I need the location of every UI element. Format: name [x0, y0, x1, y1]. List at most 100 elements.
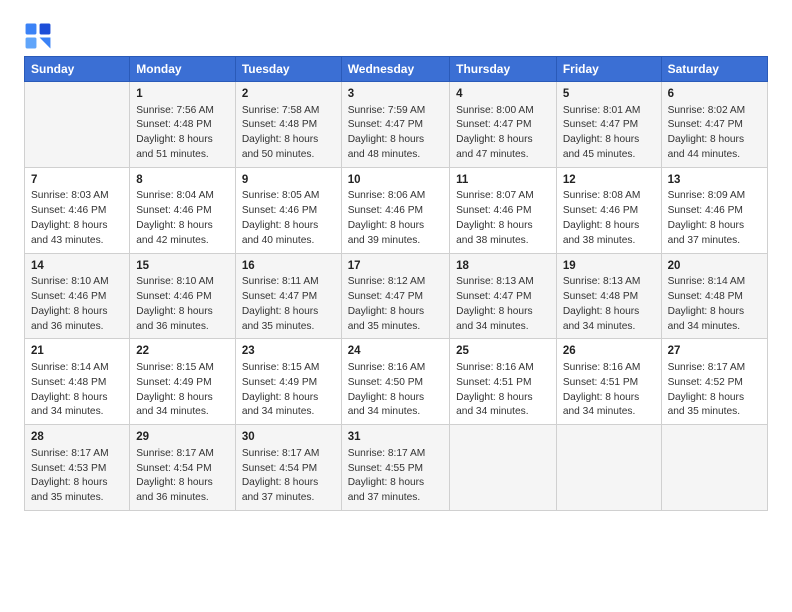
calendar-cell — [661, 425, 767, 511]
calendar-cell: 27Sunrise: 8:17 AM Sunset: 4:52 PM Dayli… — [661, 339, 767, 425]
calendar-table: SundayMondayTuesdayWednesdayThursdayFrid… — [24, 56, 768, 511]
calendar-cell: 16Sunrise: 8:11 AM Sunset: 4:47 PM Dayli… — [235, 253, 341, 339]
day-number: 21 — [31, 343, 123, 360]
week-row-2: 14Sunrise: 8:10 AM Sunset: 4:46 PM Dayli… — [25, 253, 768, 339]
day-info: Sunrise: 8:12 AM Sunset: 4:47 PM Dayligh… — [348, 275, 443, 334]
calendar-cell: 6Sunrise: 8:02 AM Sunset: 4:47 PM Daylig… — [661, 82, 767, 168]
calendar-cell: 17Sunrise: 8:12 AM Sunset: 4:47 PM Dayli… — [341, 253, 449, 339]
col-header-friday: Friday — [556, 57, 661, 82]
day-number: 5 — [563, 86, 655, 103]
calendar-cell: 1Sunrise: 7:56 AM Sunset: 4:48 PM Daylig… — [130, 82, 236, 168]
day-info: Sunrise: 8:00 AM Sunset: 4:47 PM Dayligh… — [456, 104, 550, 163]
calendar-cell: 31Sunrise: 8:17 AM Sunset: 4:55 PM Dayli… — [341, 425, 449, 511]
week-row-1: 7Sunrise: 8:03 AM Sunset: 4:46 PM Daylig… — [25, 167, 768, 253]
day-number: 18 — [456, 258, 550, 275]
calendar-cell: 7Sunrise: 8:03 AM Sunset: 4:46 PM Daylig… — [25, 167, 130, 253]
logo-icon — [24, 22, 52, 50]
calendar-cell: 18Sunrise: 8:13 AM Sunset: 4:47 PM Dayli… — [450, 253, 557, 339]
day-number: 28 — [31, 429, 123, 446]
day-info: Sunrise: 8:10 AM Sunset: 4:46 PM Dayligh… — [136, 275, 229, 334]
day-info: Sunrise: 8:17 AM Sunset: 4:53 PM Dayligh… — [31, 447, 123, 506]
day-number: 13 — [668, 172, 761, 189]
day-number: 9 — [242, 172, 335, 189]
week-row-0: 1Sunrise: 7:56 AM Sunset: 4:48 PM Daylig… — [25, 82, 768, 168]
day-number: 26 — [563, 343, 655, 360]
day-info: Sunrise: 8:02 AM Sunset: 4:47 PM Dayligh… — [668, 104, 761, 163]
calendar-cell: 20Sunrise: 8:14 AM Sunset: 4:48 PM Dayli… — [661, 253, 767, 339]
day-number: 15 — [136, 258, 229, 275]
day-number: 2 — [242, 86, 335, 103]
calendar-cell: 25Sunrise: 8:16 AM Sunset: 4:51 PM Dayli… — [450, 339, 557, 425]
calendar-cell: 15Sunrise: 8:10 AM Sunset: 4:46 PM Dayli… — [130, 253, 236, 339]
calendar-cell: 29Sunrise: 8:17 AM Sunset: 4:54 PM Dayli… — [130, 425, 236, 511]
day-info: Sunrise: 8:04 AM Sunset: 4:46 PM Dayligh… — [136, 189, 229, 248]
day-number: 22 — [136, 343, 229, 360]
calendar-cell — [25, 82, 130, 168]
calendar-cell: 10Sunrise: 8:06 AM Sunset: 4:46 PM Dayli… — [341, 167, 449, 253]
day-number: 8 — [136, 172, 229, 189]
day-number: 7 — [31, 172, 123, 189]
week-row-3: 21Sunrise: 8:14 AM Sunset: 4:48 PM Dayli… — [25, 339, 768, 425]
day-info: Sunrise: 8:13 AM Sunset: 4:47 PM Dayligh… — [456, 275, 550, 334]
calendar-cell: 19Sunrise: 8:13 AM Sunset: 4:48 PM Dayli… — [556, 253, 661, 339]
day-number: 10 — [348, 172, 443, 189]
calendar-cell: 23Sunrise: 8:15 AM Sunset: 4:49 PM Dayli… — [235, 339, 341, 425]
calendar-cell: 2Sunrise: 7:58 AM Sunset: 4:48 PM Daylig… — [235, 82, 341, 168]
calendar-cell: 28Sunrise: 8:17 AM Sunset: 4:53 PM Dayli… — [25, 425, 130, 511]
calendar-cell — [556, 425, 661, 511]
calendar-cell: 4Sunrise: 8:00 AM Sunset: 4:47 PM Daylig… — [450, 82, 557, 168]
col-header-monday: Monday — [130, 57, 236, 82]
day-info: Sunrise: 8:01 AM Sunset: 4:47 PM Dayligh… — [563, 104, 655, 163]
calendar-cell: 3Sunrise: 7:59 AM Sunset: 4:47 PM Daylig… — [341, 82, 449, 168]
calendar-cell: 22Sunrise: 8:15 AM Sunset: 4:49 PM Dayli… — [130, 339, 236, 425]
day-number: 23 — [242, 343, 335, 360]
calendar-cell: 5Sunrise: 8:01 AM Sunset: 4:47 PM Daylig… — [556, 82, 661, 168]
calendar-cell: 9Sunrise: 8:05 AM Sunset: 4:46 PM Daylig… — [235, 167, 341, 253]
col-header-tuesday: Tuesday — [235, 57, 341, 82]
day-info: Sunrise: 8:14 AM Sunset: 4:48 PM Dayligh… — [31, 361, 123, 420]
day-info: Sunrise: 8:17 AM Sunset: 4:55 PM Dayligh… — [348, 447, 443, 506]
calendar-cell: 21Sunrise: 8:14 AM Sunset: 4:48 PM Dayli… — [25, 339, 130, 425]
day-number: 31 — [348, 429, 443, 446]
page-container: SundayMondayTuesdayWednesdayThursdayFrid… — [0, 0, 792, 521]
header — [24, 18, 768, 50]
day-number: 20 — [668, 258, 761, 275]
week-row-4: 28Sunrise: 8:17 AM Sunset: 4:53 PM Dayli… — [25, 425, 768, 511]
day-info: Sunrise: 8:16 AM Sunset: 4:51 PM Dayligh… — [456, 361, 550, 420]
calendar-cell: 24Sunrise: 8:16 AM Sunset: 4:50 PM Dayli… — [341, 339, 449, 425]
day-info: Sunrise: 8:07 AM Sunset: 4:46 PM Dayligh… — [456, 189, 550, 248]
day-info: Sunrise: 8:10 AM Sunset: 4:46 PM Dayligh… — [31, 275, 123, 334]
col-header-thursday: Thursday — [450, 57, 557, 82]
calendar-cell: 8Sunrise: 8:04 AM Sunset: 4:46 PM Daylig… — [130, 167, 236, 253]
col-header-sunday: Sunday — [25, 57, 130, 82]
day-number: 1 — [136, 86, 229, 103]
calendar-cell: 30Sunrise: 8:17 AM Sunset: 4:54 PM Dayli… — [235, 425, 341, 511]
day-info: Sunrise: 8:05 AM Sunset: 4:46 PM Dayligh… — [242, 189, 335, 248]
day-info: Sunrise: 8:03 AM Sunset: 4:46 PM Dayligh… — [31, 189, 123, 248]
day-info: Sunrise: 8:14 AM Sunset: 4:48 PM Dayligh… — [668, 275, 761, 334]
day-number: 17 — [348, 258, 443, 275]
day-number: 14 — [31, 258, 123, 275]
calendar-cell: 11Sunrise: 8:07 AM Sunset: 4:46 PM Dayli… — [450, 167, 557, 253]
day-info: Sunrise: 8:16 AM Sunset: 4:51 PM Dayligh… — [563, 361, 655, 420]
day-number: 6 — [668, 86, 761, 103]
calendar-cell: 12Sunrise: 8:08 AM Sunset: 4:46 PM Dayli… — [556, 167, 661, 253]
calendar-cell — [450, 425, 557, 511]
calendar-cell: 14Sunrise: 8:10 AM Sunset: 4:46 PM Dayli… — [25, 253, 130, 339]
day-info: Sunrise: 7:58 AM Sunset: 4:48 PM Dayligh… — [242, 104, 335, 163]
calendar-cell: 13Sunrise: 8:09 AM Sunset: 4:46 PM Dayli… — [661, 167, 767, 253]
day-number: 12 — [563, 172, 655, 189]
day-number: 16 — [242, 258, 335, 275]
day-number: 24 — [348, 343, 443, 360]
col-header-saturday: Saturday — [661, 57, 767, 82]
day-number: 19 — [563, 258, 655, 275]
day-info: Sunrise: 8:06 AM Sunset: 4:46 PM Dayligh… — [348, 189, 443, 248]
day-info: Sunrise: 8:13 AM Sunset: 4:48 PM Dayligh… — [563, 275, 655, 334]
day-info: Sunrise: 7:59 AM Sunset: 4:47 PM Dayligh… — [348, 104, 443, 163]
day-info: Sunrise: 8:16 AM Sunset: 4:50 PM Dayligh… — [348, 361, 443, 420]
day-info: Sunrise: 8:15 AM Sunset: 4:49 PM Dayligh… — [136, 361, 229, 420]
day-number: 27 — [668, 343, 761, 360]
day-number: 29 — [136, 429, 229, 446]
calendar-cell: 26Sunrise: 8:16 AM Sunset: 4:51 PM Dayli… — [556, 339, 661, 425]
col-header-wednesday: Wednesday — [341, 57, 449, 82]
